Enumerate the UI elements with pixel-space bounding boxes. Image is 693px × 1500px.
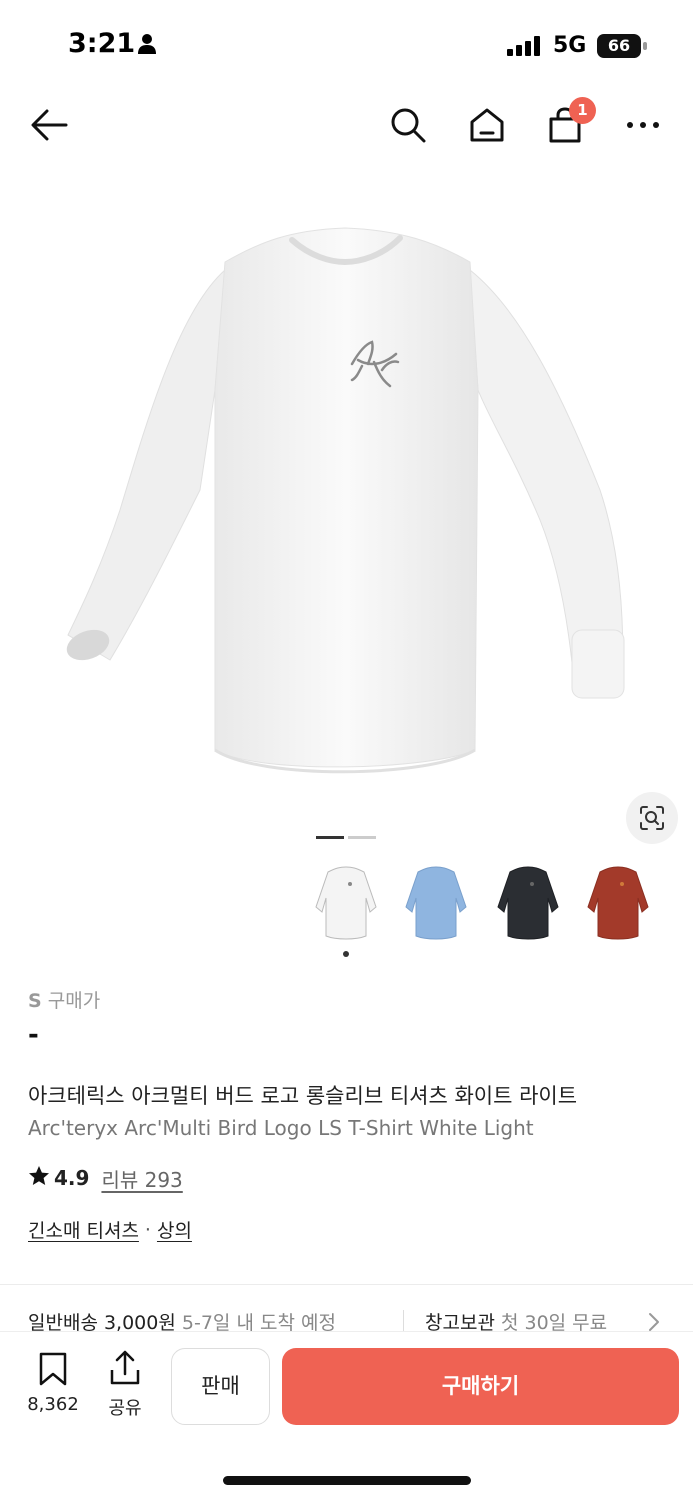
share-icon [109,1350,141,1390]
size-price-label: S 구매가 [28,986,100,1013]
bookmark-count: 8,362 [27,1394,79,1415]
share-button[interactable]: 공유 [100,1350,150,1420]
status-bar: 3:21 5G 66 [0,0,693,90]
cart-badge: 1 [569,97,596,124]
review-link[interactable]: 리뷰 293 [101,1164,182,1193]
category-link-tops[interactable]: 상의 [157,1216,192,1243]
color-option-blue[interactable] [396,862,476,942]
page-indicator-active [316,836,344,839]
price: - [28,1020,39,1050]
home-icon[interactable] [464,102,510,148]
product-title-en: Arc'teryx Arc'Multi Bird Logo LS T-Shirt… [28,1116,534,1140]
category-link-longsleeve[interactable]: 긴소매 티셔츠 [28,1216,139,1243]
product-title-ko: 아크테릭스 아크멀티 버드 로고 롱슬리브 티셔츠 화이트 라이트 [28,1084,578,1108]
color-option-red[interactable] [578,862,658,942]
divider [0,1284,693,1285]
share-label: 공유 [108,1398,142,1419]
image-search-icon[interactable] [626,792,678,844]
shipping-separator [403,1310,404,1332]
bookmark-icon [38,1352,68,1390]
bookmark-button[interactable]: 8,362 [22,1352,84,1415]
top-nav-bar: 1 [0,90,693,160]
battery-level: 66 [607,36,631,55]
rating-value: 4.9 [54,1166,90,1190]
bottom-action-bar: 8,362 공유 판매 구매하기 [0,1331,693,1500]
product-image[interactable] [0,190,693,810]
price-label: 구매가 [47,990,101,1012]
size-code: S [28,990,42,1012]
more-horizontal-icon[interactable] [620,102,666,148]
arrow-left-icon[interactable] [26,102,72,148]
buy-button[interactable]: 구매하기 [282,1348,679,1425]
star-icon [28,1165,50,1191]
selected-color-indicator [343,951,349,957]
rating: 4.9 리뷰 293 [28,1163,183,1193]
sell-button[interactable]: 판매 [171,1348,270,1425]
network-type: 5G [553,33,587,58]
category-breadcrumb: 긴소매 티셔츠 · 상의 [28,1216,192,1243]
person-icon [137,33,157,59]
color-option-white[interactable] [306,862,386,942]
signal-icon [507,36,541,60]
color-option-black[interactable] [488,862,568,942]
page-indicator-inactive [348,836,376,839]
color-options [306,862,666,952]
status-time: 3:21 [68,28,136,59]
home-indicator[interactable] [223,1476,471,1485]
image-page-indicator [316,836,378,840]
category-separator: · [144,1218,151,1241]
battery-icon: 66 [597,34,647,58]
search-icon[interactable] [385,102,431,148]
